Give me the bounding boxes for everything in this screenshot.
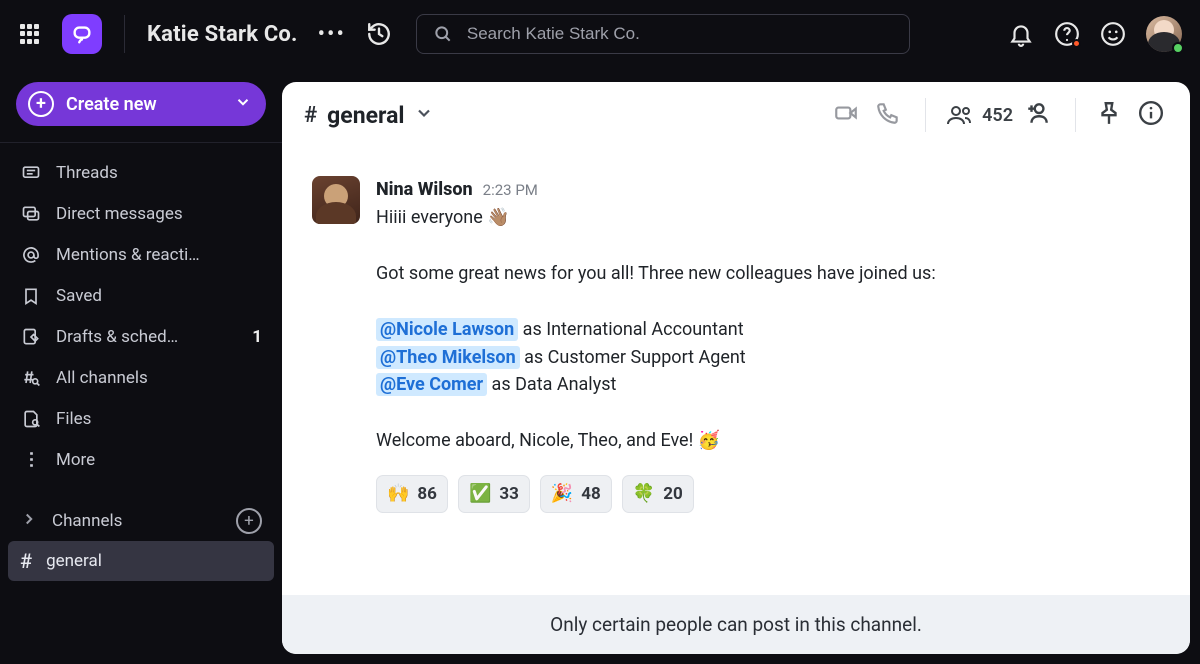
workspace-name[interactable]: Katie Stark Co.	[147, 22, 298, 47]
reaction-emoji: 🎉	[551, 480, 573, 508]
add-channel-button[interactable]: +	[236, 508, 262, 534]
message-line: @Nicole Lawson as International Accounta…	[376, 316, 1160, 344]
search-input[interactable]	[467, 24, 893, 44]
user-mention[interactable]: @Eve Comer	[376, 373, 487, 396]
phone-call-icon[interactable]	[875, 100, 905, 130]
nav-direct-messages[interactable]: Direct messages	[8, 194, 274, 233]
reaction[interactable]: 🎉 48	[540, 475, 612, 513]
create-new-button[interactable]: + Create new	[16, 82, 266, 126]
reactions-bar: 🙌 86 ✅ 33 🎉 48 🍀 20	[376, 475, 1160, 513]
nav-files[interactable]: Files	[8, 399, 274, 438]
hash-icon: #	[20, 549, 32, 573]
user-mention[interactable]: @Nicole Lawson	[376, 318, 518, 341]
nav-label: All channels	[56, 368, 262, 388]
search-box[interactable]	[416, 14, 910, 54]
pencil-icon	[20, 327, 42, 347]
help-badge-dot	[1072, 39, 1081, 48]
message-author[interactable]: Nina Wilson	[376, 176, 473, 204]
message-line: Got some great news for you all! Three n…	[376, 260, 1160, 288]
nav-label: More	[56, 450, 262, 470]
pin-icon[interactable]	[1096, 100, 1126, 130]
video-call-icon[interactable]	[833, 100, 863, 130]
reaction[interactable]: ✅ 33	[458, 475, 530, 513]
nav-mentions[interactable]: Mentions & reacti…	[8, 235, 274, 274]
divider	[925, 98, 926, 132]
nav-drafts[interactable]: Drafts & sched… 1	[8, 317, 274, 356]
message-line: Welcome aboard, Nicole, Theo, and Eve! 🥳	[376, 427, 1160, 455]
nav-all-channels[interactable]: All channels	[8, 358, 274, 397]
reaction-count: 20	[663, 481, 683, 507]
reaction-count: 48	[581, 481, 601, 507]
text: Welcome aboard, Nicole, Theo, and Eve!	[376, 430, 698, 451]
app-switcher-icon[interactable]	[18, 22, 42, 46]
history-icon[interactable]	[366, 21, 392, 47]
party-emoji: 🥳	[698, 430, 720, 451]
channel-title[interactable]: # general	[304, 102, 434, 129]
message-line: @Theo Mikelson as Customer Support Agent	[376, 344, 1160, 372]
reaction-emoji: 🍀	[633, 480, 655, 508]
reaction[interactable]: 🙌 86	[376, 475, 448, 513]
nav-saved[interactable]: Saved	[8, 276, 274, 315]
message-timestamp: 2:23 PM	[483, 179, 538, 202]
divider	[124, 15, 125, 53]
nav-label: Direct messages	[56, 204, 262, 224]
reaction[interactable]: 🍀 20	[622, 475, 694, 513]
presence-indicator	[1172, 42, 1184, 54]
reaction-count: 33	[499, 481, 519, 507]
notifications-icon[interactable]	[1008, 21, 1034, 47]
nav-label: Saved	[56, 286, 262, 306]
chevron-right-icon	[20, 510, 38, 533]
create-new-label: Create new	[66, 94, 157, 115]
channel-item-general[interactable]: # general	[8, 541, 274, 581]
reaction-emoji: ✅	[469, 480, 491, 508]
app-logo[interactable]	[62, 14, 102, 54]
file-icon	[20, 409, 42, 429]
plus-icon: +	[28, 91, 54, 117]
hash-search-icon	[20, 368, 42, 388]
channel-name-label: general	[327, 102, 404, 129]
member-count-value: 452	[982, 105, 1013, 126]
user-mention[interactable]: @Theo Mikelson	[376, 346, 520, 369]
text: as Data Analyst	[487, 374, 616, 395]
workspace-menu-icon[interactable]: •••	[312, 22, 352, 47]
dm-icon	[20, 204, 42, 224]
threads-icon	[20, 163, 42, 183]
nav-label: Drafts & sched…	[56, 327, 238, 347]
nav-more[interactable]: ⋯ More	[8, 440, 274, 479]
post-restriction-banner: Only certain people can post in this cha…	[282, 595, 1190, 654]
help-icon[interactable]	[1054, 21, 1080, 47]
section-label: Channels	[52, 511, 222, 531]
text: as International Accountant	[518, 319, 743, 340]
bookmark-icon	[20, 286, 42, 306]
at-icon	[20, 245, 42, 265]
add-person-icon[interactable]	[1025, 100, 1055, 130]
nav-threads[interactable]: Threads	[8, 153, 274, 192]
people-icon	[946, 103, 974, 127]
reaction-emoji: 🙌	[387, 480, 409, 508]
channel-name: general	[46, 551, 102, 571]
more-icon: ⋯	[20, 449, 42, 470]
chevron-down-icon	[234, 93, 252, 115]
nav-label: Files	[56, 409, 262, 429]
message-line: Hiiii everyone 👋🏽	[376, 204, 1160, 232]
chevron-down-icon	[414, 102, 434, 129]
channels-section-header[interactable]: Channels +	[8, 501, 274, 541]
text: Hiiii everyone	[376, 207, 487, 228]
nav-label: Threads	[56, 163, 262, 183]
message-line: @Eve Comer as Data Analyst	[376, 371, 1160, 399]
nav-label: Mentions & reacti…	[56, 245, 262, 265]
info-icon[interactable]	[1138, 100, 1168, 130]
search-icon	[433, 24, 453, 44]
reaction-count: 86	[417, 481, 437, 507]
divider	[1075, 98, 1076, 132]
drafts-badge: 1	[252, 327, 262, 347]
divider	[0, 142, 282, 143]
member-count[interactable]: 452	[946, 103, 1013, 127]
emoji-icon[interactable]	[1100, 21, 1126, 47]
hash-icon: #	[304, 103, 317, 128]
text: as Customer Support Agent	[520, 347, 746, 368]
wave-emoji: 👋🏽	[487, 207, 509, 228]
message-avatar[interactable]	[312, 176, 360, 224]
